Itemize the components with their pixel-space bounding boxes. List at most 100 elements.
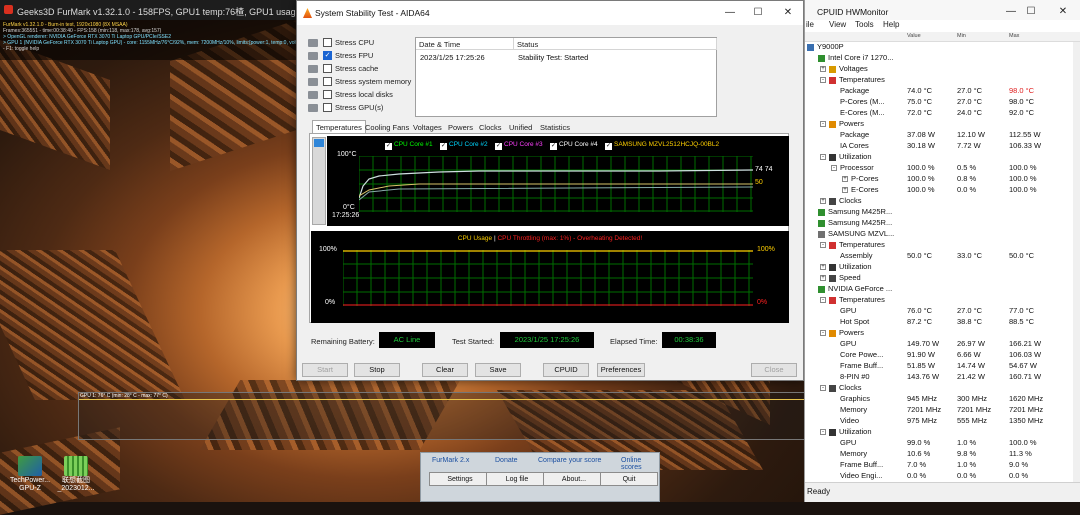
stress-option-row[interactable]: Stress CPU [307, 37, 417, 50]
collapse-icon[interactable]: - [820, 429, 826, 435]
preferences-button[interactable]: Preferences [597, 363, 645, 377]
expand-icon[interactable]: + [820, 275, 826, 281]
expand-icon[interactable]: + [820, 66, 826, 72]
column-min[interactable]: Min [957, 33, 966, 39]
menu-tools[interactable]: Tools [855, 20, 874, 29]
hwm-minimize-button[interactable]: — [1003, 4, 1019, 20]
sensor-row[interactable]: IA Cores 30.18 W 7.72 W 106.33 W [805, 141, 1080, 152]
hwm-close-button[interactable]: ✕ [1055, 4, 1071, 20]
sensor-row[interactable]: - Temperatures [805, 240, 1080, 251]
tab-voltages[interactable]: Voltages [411, 122, 444, 133]
maximize-button[interactable]: ☐ [750, 5, 766, 21]
collapse-icon[interactable]: - [820, 385, 826, 391]
sensor-row[interactable]: - Temperatures [805, 295, 1080, 306]
sensor-row[interactable]: Memory 10.6 % 9.8 % 11.3 % [805, 449, 1080, 460]
furmark2-link[interactable]: FurMark 2.x [432, 457, 469, 464]
column-value[interactable]: Value [907, 33, 921, 39]
column-header-datetime[interactable]: Date & Time [416, 38, 514, 50]
start-button[interactable]: Start [302, 363, 348, 377]
stress-checkbox[interactable] [323, 38, 332, 47]
tab-unified[interactable]: Unified [507, 122, 534, 133]
sensor-row[interactable]: Intel Core i7 1270... [805, 53, 1080, 64]
expand-icon[interactable]: + [820, 264, 826, 270]
stress-option-row[interactable]: Stress cache [307, 63, 417, 76]
stress-option-row[interactable]: Stress GPU(s) [307, 102, 417, 115]
expand-icon[interactable]: + [820, 198, 826, 204]
tab-cooling-fans[interactable]: Cooling Fans [363, 122, 411, 133]
hwmonitor-title-bar[interactable]: CPUID HWMonitor — ☐ ✕ [805, 0, 1080, 22]
sensor-row[interactable]: + P-Cores 100.0 % 0.8 % 100.0 % [805, 174, 1080, 185]
clear-button[interactable]: Clear [422, 363, 468, 377]
legend-item[interactable]: ✓ CPU Core #2 [440, 141, 488, 150]
collapse-icon[interactable]: - [820, 330, 826, 336]
sensor-row[interactable]: Y9000P [805, 42, 1080, 53]
cpuid-button[interactable]: CPUID [543, 363, 589, 377]
sensor-row[interactable]: + Speed [805, 273, 1080, 284]
quit-button[interactable]: Quit [600, 472, 658, 486]
sensor-row[interactable]: NVIDIA GeForce ... [805, 284, 1080, 295]
sensor-row[interactable]: Video Engi... 0.0 % 0.0 % 0.0 % [805, 471, 1080, 482]
donate-link[interactable]: Donate [495, 457, 518, 464]
sensor-row[interactable]: P-Cores (M... 75.0 °C 27.0 °C 98.0 °C [805, 97, 1080, 108]
legend-item[interactable]: ✓ CPU Core #4 [550, 141, 598, 150]
collapse-icon[interactable]: - [820, 297, 826, 303]
sensor-row[interactable]: GPU 149.70 W 26.97 W 166.21 W [805, 339, 1080, 350]
close-window-button[interactable]: ✕ [780, 5, 796, 21]
sensor-row[interactable]: + Voltages [805, 64, 1080, 75]
chart-scrollbar[interactable] [312, 137, 326, 225]
log-file-button[interactable]: Log file [486, 472, 548, 486]
stress-option-row[interactable]: Stress system memory [307, 76, 417, 89]
stress-checkbox[interactable]: ✓ [323, 51, 332, 60]
compare-score-link[interactable]: Compare your score [538, 457, 601, 464]
sensor-row[interactable]: Memory 7201 MHz 7201 MHz 7201 MHz [805, 405, 1080, 416]
sensor-row[interactable]: - Powers [805, 328, 1080, 339]
legend-item[interactable]: ✓ CPU Core #3 [495, 141, 543, 150]
sensor-row[interactable]: Samsung M425R... [805, 218, 1080, 229]
hwm-maximize-button[interactable]: ☐ [1023, 4, 1039, 20]
about-button[interactable]: About... [543, 472, 605, 486]
legend-item[interactable]: ✓ SAMSUNG MZVL2512HCJQ-00BL2 [605, 141, 719, 150]
sensor-row[interactable]: GPU 99.0 % 1.0 % 100.0 % [805, 438, 1080, 449]
tab-powers[interactable]: Powers [446, 122, 475, 133]
stress-checkbox[interactable] [323, 103, 332, 112]
collapse-icon[interactable]: - [820, 154, 826, 160]
stress-option-row[interactable]: ✓ Stress FPU [307, 50, 417, 63]
sensor-row[interactable]: Frame Buff... 7.0 % 1.0 % 9.0 % [805, 460, 1080, 471]
menu-help[interactable]: Help [883, 20, 899, 29]
collapse-icon[interactable]: - [831, 165, 837, 171]
stress-option-row[interactable]: Stress local disks [307, 89, 417, 102]
sensor-row[interactable]: 8-PIN #0 143.76 W 21.42 W 160.71 W [805, 372, 1080, 383]
legend-checkbox[interactable]: ✓ [605, 143, 612, 150]
stress-checkbox[interactable] [323, 77, 332, 86]
collapse-icon[interactable]: - [820, 77, 826, 83]
sensor-row[interactable]: - Powers [805, 119, 1080, 130]
legend-checkbox[interactable]: ✓ [550, 143, 557, 150]
column-max[interactable]: Max [1009, 33, 1019, 39]
sensor-row[interactable]: + E-Cores 100.0 % 0.0 % 100.0 % [805, 185, 1080, 196]
tab-statistics[interactable]: Statistics [538, 122, 572, 133]
settings-button[interactable]: Settings [429, 472, 491, 486]
sensor-row[interactable]: E-Cores (M... 72.0 °C 24.0 °C 92.0 °C [805, 108, 1080, 119]
column-header-status[interactable]: Status [514, 38, 717, 50]
sensor-row[interactable]: Package 37.08 W 12.10 W 112.55 W [805, 130, 1080, 141]
stress-checkbox[interactable] [323, 64, 332, 73]
sensor-row[interactable]: Graphics 945 MHz 300 MHz 1620 MHz [805, 394, 1080, 405]
expand-icon[interactable]: + [842, 187, 848, 193]
collapse-icon[interactable]: - [820, 121, 826, 127]
save-button[interactable]: Save [475, 363, 521, 377]
menu-view[interactable]: View [829, 20, 846, 29]
close-button[interactable]: Close [751, 363, 797, 377]
desktop-icon-screenshot[interactable]: 联想截图 _2023012... [46, 456, 106, 493]
tab-clocks[interactable]: Clocks [477, 122, 504, 133]
minimize-button[interactable]: — [722, 5, 738, 21]
sensor-row[interactable]: - Processor 100.0 % 0.5 % 100.0 % [805, 163, 1080, 174]
furmark-title-bar[interactable]: Geeks3D FurMark v1.32.1.0 - 158FPS, GPU1… [0, 0, 296, 20]
stop-button[interactable]: Stop [354, 363, 400, 377]
sensor-row[interactable]: Frame Buff... 51.85 W 14.74 W 54.67 W [805, 361, 1080, 372]
sensor-row[interactable]: Assembly 50.0 °C 33.0 °C 50.0 °C [805, 251, 1080, 262]
legend-checkbox[interactable]: ✓ [440, 143, 447, 150]
sensor-row[interactable]: + Clocks [805, 196, 1080, 207]
sensor-row[interactable]: Samsung M425R... [805, 207, 1080, 218]
sensor-row[interactable]: GPU 76.0 °C 27.0 °C 77.0 °C [805, 306, 1080, 317]
sensor-row[interactable]: Video 975 MHz 555 MHz 1350 MHz [805, 416, 1080, 427]
